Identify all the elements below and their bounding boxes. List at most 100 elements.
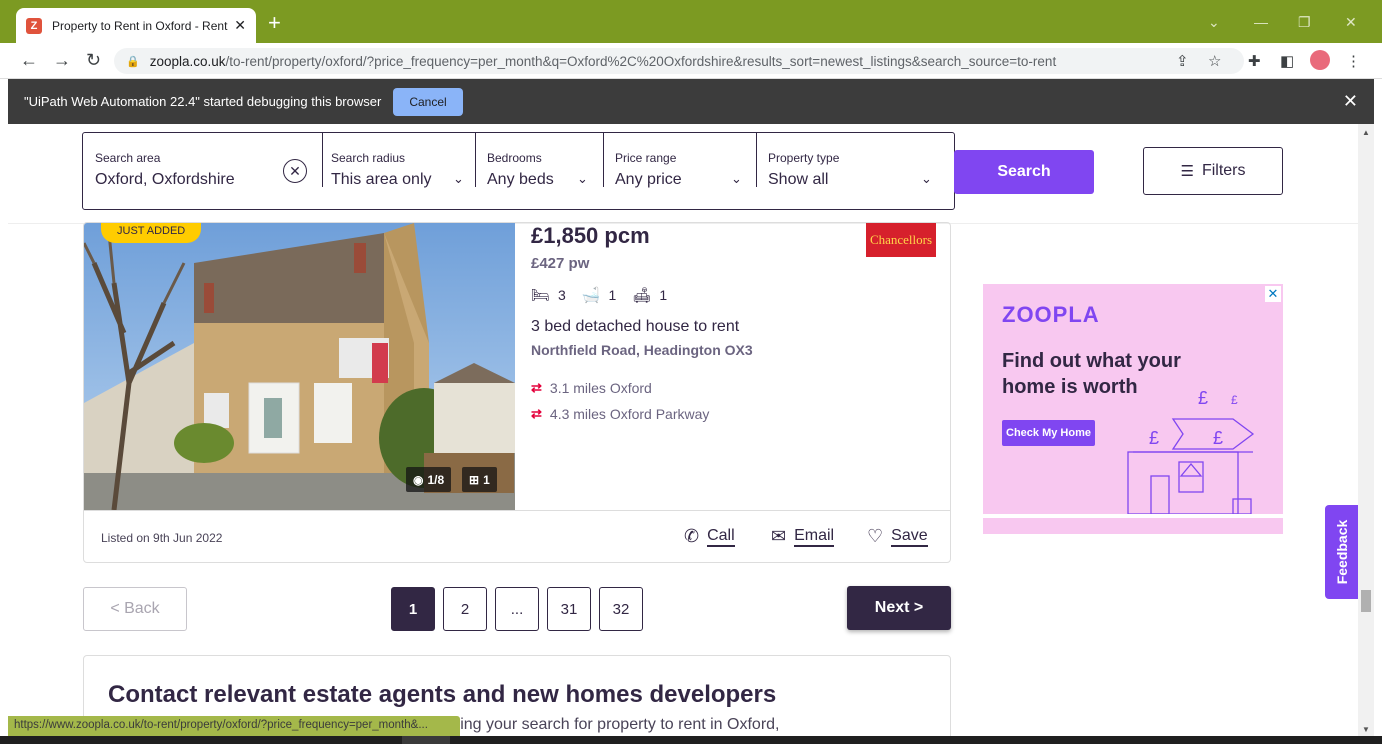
svg-text:£: £ xyxy=(1149,428,1159,448)
camera-icon: ◉ xyxy=(413,472,424,487)
scroll-up-icon[interactable]: ▲ xyxy=(1362,128,1370,137)
clear-search-icon[interactable]: ✕ xyxy=(283,159,307,183)
feedback-tab[interactable]: Feedback xyxy=(1325,505,1358,599)
debugging-infobar: "UiPath Web Automation 22.4" started deb… xyxy=(8,79,1374,124)
zoopla-favicon-icon: Z xyxy=(26,17,42,34)
svg-text:£: £ xyxy=(1198,388,1208,408)
receptions-feature: 🛋 1 xyxy=(632,286,667,304)
listing-footer: Listed on 9th Jun 2022 ✆ Call ✉ Email ♡ … xyxy=(84,510,950,562)
sofa-icon: 🛋 xyxy=(632,287,652,304)
close-infobar-icon[interactable]: ✕ xyxy=(1343,91,1358,112)
forward-arrow-icon[interactable]: → xyxy=(53,50,71,71)
save-button[interactable]: ♡ Save xyxy=(867,526,928,547)
feedback-label: Feedback xyxy=(1333,519,1350,585)
receptions-count: 1 xyxy=(659,287,668,303)
call-button[interactable]: ✆ Call xyxy=(684,526,735,547)
house-illustration-icon: £ £ £ £ xyxy=(1127,388,1255,515)
page-scrollbar[interactable]: ▲ ▼ xyxy=(1358,124,1374,736)
filters-label: Filters xyxy=(1201,162,1246,179)
new-tab-icon[interactable]: + xyxy=(268,12,281,34)
side-panel-icon[interactable]: ◧ xyxy=(1280,52,1294,70)
bathrooms-count: 1 xyxy=(608,287,617,303)
reload-icon[interactable]: ↻ xyxy=(86,50,101,71)
national-rail-icon: ⇄ xyxy=(531,406,542,421)
search-area-field[interactable]: Search area Oxford, Oxfordshire ✕ xyxy=(83,133,323,189)
property-photo[interactable]: JUST ADDED ◉ 1/8 ⊞ 1 xyxy=(84,223,515,510)
profile-avatar[interactable] xyxy=(1310,50,1330,70)
search-bar: Search area Oxford, Oxfordshire ✕ Search… xyxy=(8,124,1358,224)
bedrooms-select[interactable]: Bedrooms Any beds ⌄ xyxy=(475,133,602,189)
page-1-button[interactable]: 1 xyxy=(391,587,435,631)
station-distance: 3.1 miles Oxford xyxy=(549,380,652,396)
agent-logo[interactable]: Chancellors xyxy=(866,223,936,257)
restore-icon[interactable]: ❐ xyxy=(1298,14,1311,31)
browser-tab[interactable]: Z Property to Rent in Oxford - Rent ✕ xyxy=(16,8,256,43)
ad-floor-line xyxy=(983,514,1283,518)
property-type-label: Property type xyxy=(768,151,840,165)
station-item: ⇄ 4.3 miles Oxford Parkway xyxy=(531,406,709,422)
listing-card[interactable]: JUST ADDED ◉ 1/8 ⊞ 1 £1,850 pcm £427 pw … xyxy=(83,222,951,563)
sliders-icon: ☰ xyxy=(1180,163,1194,180)
page-2-button[interactable]: 2 xyxy=(443,587,487,631)
floorplan-icon: ⊞ xyxy=(469,472,480,487)
price-range-value: Any price xyxy=(615,171,682,188)
listing-features: 🛏 3 🛁 1 🛋 1 xyxy=(531,286,683,304)
call-label: Call xyxy=(707,527,735,547)
page-31-button[interactable]: 31 xyxy=(547,587,591,631)
status-bar-url: https://www.zoopla.co.uk/to-rent/propert… xyxy=(8,716,460,736)
bedrooms-label: Bedrooms xyxy=(487,151,542,165)
cancel-debug-button[interactable]: Cancel xyxy=(393,87,463,116)
close-tab-icon[interactable]: ✕ xyxy=(234,17,246,34)
more-menu-icon[interactable]: ⋮ xyxy=(1346,52,1361,70)
bed-icon: 🛏 xyxy=(531,287,551,304)
page-ellipsis: ... xyxy=(495,587,539,631)
save-label: Save xyxy=(891,527,928,547)
check-my-home-button[interactable]: Check My Home xyxy=(1002,420,1095,446)
browser-tab-strip: Z Property to Rent in Oxford - Rent ✕ + … xyxy=(0,0,1382,43)
pagination-next-button[interactable]: Next > xyxy=(847,586,951,630)
ad-logo: ZOOPLA xyxy=(1002,302,1100,327)
contact-title: Contact relevant estate agents and new h… xyxy=(108,681,777,708)
scrollbar-thumb[interactable] xyxy=(1361,590,1371,612)
chevron-down-icon: ⌄ xyxy=(453,171,464,186)
search-radius-select[interactable]: Search radius This area only ⌄ xyxy=(319,133,472,189)
station-distance: 4.3 miles Oxford Parkway xyxy=(549,406,710,422)
bookmark-star-icon[interactable]: ☆ xyxy=(1208,52,1221,70)
search-area-value[interactable]: Oxford, Oxfordshire xyxy=(95,171,235,189)
chevron-down-icon: ⌄ xyxy=(577,171,588,186)
property-type-select[interactable]: Property type Show all ⌄ xyxy=(756,133,941,189)
pagination-back-button[interactable]: < Back xyxy=(83,587,187,631)
tab-search-icon[interactable]: ⌄ xyxy=(1208,14,1220,31)
ad-close-icon[interactable]: ✕ xyxy=(1265,286,1281,302)
price-pcm[interactable]: £1,850 pcm xyxy=(531,223,650,249)
debug-message: "UiPath Web Automation 22.4" started deb… xyxy=(24,94,382,109)
tab-title: Property to Rent in Oxford - Rent xyxy=(52,18,228,33)
listing-title[interactable]: 3 bed detached house to rent xyxy=(531,318,739,336)
extensions-puzzle-icon[interactable]: ✚ xyxy=(1248,52,1261,70)
search-radius-value: This area only xyxy=(331,171,432,188)
page-32-button[interactable]: 32 xyxy=(599,587,643,631)
photo-count-chip[interactable]: ◉ 1/8 xyxy=(406,467,452,492)
close-window-icon[interactable]: ✕ xyxy=(1345,14,1357,31)
search-radius-label: Search radius xyxy=(331,151,406,165)
scroll-down-icon[interactable]: ▼ xyxy=(1362,725,1370,734)
search-area-label: Search area xyxy=(95,151,161,165)
zoopla-advert[interactable]: ✕ ZOOPLA Find out what your home is wort… xyxy=(983,284,1283,534)
floorplan-chip[interactable]: ⊞ 1 xyxy=(462,467,497,492)
price-range-select[interactable]: Price range Any price ⌄ xyxy=(603,133,756,189)
back-arrow-icon[interactable]: ← xyxy=(20,50,38,71)
email-label: Email xyxy=(794,527,835,547)
email-button[interactable]: ✉ Email xyxy=(771,526,835,547)
url-host: zoopla.co.uk xyxy=(149,53,226,69)
minimize-icon[interactable]: — xyxy=(1254,14,1268,30)
heart-icon: ♡ xyxy=(867,526,884,546)
share-icon[interactable]: ⇪ xyxy=(1176,52,1189,70)
floorplan-count: 1 xyxy=(483,472,490,487)
url-bar[interactable]: 🔒 zoopla.co.uk/to-rent/property/oxford/?… xyxy=(114,48,1244,74)
browser-toolbar: ← → ↻ 🔒 zoopla.co.uk/to-rent/property/ox… xyxy=(0,43,1382,79)
taskbar-app[interactable] xyxy=(402,736,450,744)
filters-button[interactable]: ☰ Filters xyxy=(1143,147,1283,195)
search-button[interactable]: Search xyxy=(954,150,1094,194)
station-item: ⇄ 3.1 miles Oxford xyxy=(531,380,652,396)
chevron-down-icon: ⌄ xyxy=(921,171,932,186)
